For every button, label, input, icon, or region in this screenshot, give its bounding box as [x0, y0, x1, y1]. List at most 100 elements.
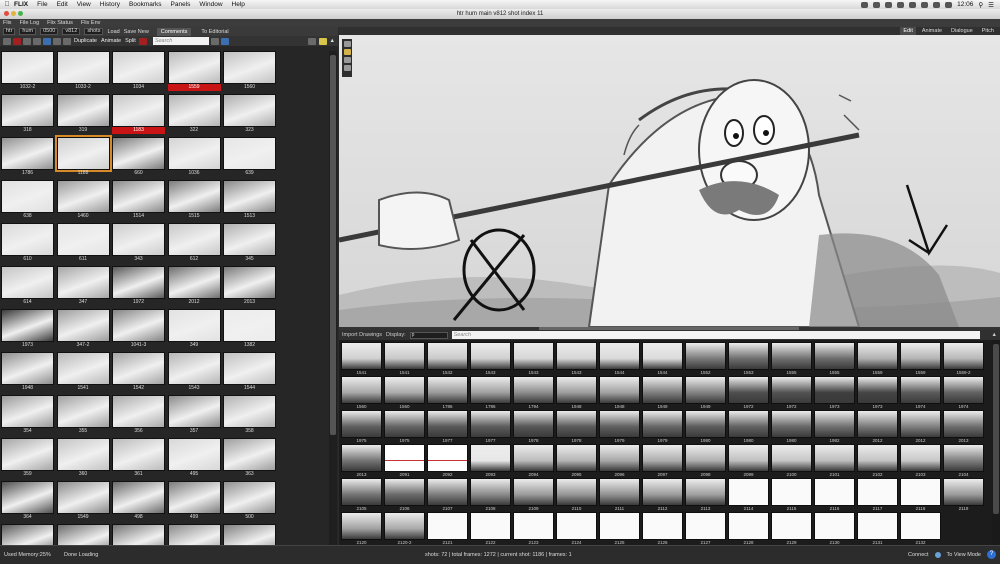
- shot-thumbnail[interactable]: 495: [167, 438, 221, 478]
- frame-thumbnail[interactable]: 2106: [384, 478, 425, 512]
- frame-thumbnail[interactable]: 2013: [943, 410, 984, 444]
- shot-thumbnail[interactable]: 1183: [112, 94, 165, 134]
- frame-thumbnail[interactable]: 1555: [771, 342, 812, 376]
- duplicate-button[interactable]: Duplicate: [73, 38, 98, 44]
- frame-thumbnail[interactable]: 1559: [900, 342, 941, 376]
- load-button[interactable]: Load: [107, 29, 119, 35]
- shot-thumbnail[interactable]: 660: [112, 137, 165, 177]
- shot-thumbnail[interactable]: 318: [1, 94, 54, 134]
- shot-thumbnail[interactable]: 364: [1, 481, 54, 521]
- frame-thumbnail[interactable]: 2128: [728, 512, 769, 546]
- shot-search-input[interactable]: Search: [152, 37, 209, 45]
- shot-thumbnail[interactable]: 359: [1, 438, 54, 478]
- frame-thumbnail[interactable]: 1559-2: [943, 342, 984, 376]
- menu-view[interactable]: View: [77, 1, 91, 8]
- shot-thumbnail[interactable]: 1033-2: [56, 51, 110, 91]
- battery-icon[interactable]: [945, 1, 953, 8]
- shot-thumbnail[interactable]: 323: [223, 94, 276, 134]
- frame-thumbnail[interactable]: 1560: [341, 376, 382, 410]
- shot-thumbnail[interactable]: 357: [167, 395, 221, 435]
- shot-thumbnail[interactable]: 322: [167, 94, 221, 134]
- app-menu-flix-status[interactable]: Flix Status: [47, 20, 73, 26]
- shot-thumbnail[interactable]: 358: [223, 395, 276, 435]
- new-shot-icon[interactable]: [23, 37, 31, 45]
- frame-thumbnail[interactable]: 2092: [427, 444, 468, 478]
- frame-thumbnail[interactable]: 2102: [857, 444, 898, 478]
- app-menu-flix-env[interactable]: Flix Env: [81, 20, 101, 26]
- trash-icon[interactable]: [343, 65, 351, 71]
- shot-thumbnail[interactable]: 354: [1, 395, 54, 435]
- search-icon[interactable]: ⚲: [978, 1, 983, 9]
- frame-thumbnail[interactable]: 2012: [900, 410, 941, 444]
- frame-thumbnail[interactable]: 1949: [685, 376, 726, 410]
- frame-thumbnail[interactable]: 2118: [900, 478, 941, 512]
- settings-icon[interactable]: [210, 37, 219, 45]
- frame-thumbnail[interactable]: 1544: [642, 342, 683, 376]
- frame-thumbnail[interactable]: 1974: [900, 376, 941, 410]
- frame-thumbnail[interactable]: 1978: [513, 410, 554, 444]
- menu-history[interactable]: History: [100, 1, 120, 8]
- frame-thumbnail[interactable]: 1543: [556, 342, 597, 376]
- frame-thumbnail[interactable]: 2120: [341, 512, 382, 546]
- frame-thumbnail[interactable]: 2126: [642, 512, 683, 546]
- shot-thumbnail[interactable]: 1543: [167, 352, 221, 392]
- shot-thumbnail[interactable]: 363: [223, 438, 276, 478]
- shot-thumbnail[interactable]: 611: [56, 223, 110, 263]
- copy-icon[interactable]: [33, 37, 41, 45]
- move-tool-icon[interactable]: [343, 41, 351, 47]
- shot-thumbnail[interactable]: 1542: [112, 352, 165, 392]
- frame-thumbnail[interactable]: 1973: [814, 376, 855, 410]
- shot-thumbnail[interactable]: 1034: [112, 51, 165, 91]
- frame-thumbnail[interactable]: 1972: [771, 376, 812, 410]
- pencil-tool-icon[interactable]: [343, 49, 351, 55]
- frame-thumbnail[interactable]: 1977: [470, 410, 511, 444]
- shot-thumbnail[interactable]: 1972: [112, 266, 165, 306]
- frame-thumbnail[interactable]: 1559: [857, 342, 898, 376]
- tray-icon[interactable]: [909, 1, 917, 8]
- frame-thumbnail[interactable]: 2125: [599, 512, 640, 546]
- shot-thumbnail[interactable]: 1036: [167, 137, 221, 177]
- frame-thumbnail[interactable]: 2105: [341, 478, 382, 512]
- shot-grid-scrollbar[interactable]: [329, 51, 337, 545]
- shot-thumbnail[interactable]: 1948: [1, 352, 54, 392]
- close-icon[interactable]: [4, 11, 9, 16]
- import-icon[interactable]: [43, 37, 51, 45]
- frame-thumbnail[interactable]: 2130: [814, 512, 855, 546]
- frame-thumbnail[interactable]: 1555: [814, 342, 855, 376]
- shot-thumbnail[interactable]: 355: [56, 395, 110, 435]
- tray-icon[interactable]: [885, 1, 893, 8]
- frame-thumbnail[interactable]: 2115: [771, 478, 812, 512]
- shot-thumbnail[interactable]: 1515: [167, 180, 221, 220]
- apple-icon[interactable]: : [0, 1, 14, 8]
- frame-thumbnail[interactable]: 2099: [728, 444, 769, 478]
- frame-thumbnail[interactable]: 1973: [857, 376, 898, 410]
- frame-thumbnail[interactable]: 1948: [599, 376, 640, 410]
- frame-thumbnail[interactable]: 2114: [728, 478, 769, 512]
- frame-thumbnail[interactable]: 2110: [556, 478, 597, 512]
- frame-thumbnail[interactable]: 1553: [728, 342, 769, 376]
- marker-icon[interactable]: [138, 37, 147, 45]
- frame-thumbnail[interactable]: 2121: [427, 512, 468, 546]
- frame-thumbnail[interactable]: 1974: [943, 376, 984, 410]
- scrollbar-thumb[interactable]: [993, 344, 999, 514]
- shot-thumbnail[interactable]: 639: [223, 137, 276, 177]
- shot-thumbnail[interactable]: 1382: [223, 309, 276, 349]
- shot-thumbnail[interactable]: 1973: [1, 309, 54, 349]
- shot-thumbnail[interactable]: 498: [112, 481, 165, 521]
- frame-thumbnail[interactable]: 2093: [470, 444, 511, 478]
- frame-thumbnail[interactable]: 1978: [556, 410, 597, 444]
- frame-thumbnail[interactable]: 1980: [685, 410, 726, 444]
- menu-help[interactable]: Help: [232, 1, 245, 8]
- menu-app[interactable]: FLIX: [14, 1, 28, 8]
- frame-thumbnail[interactable]: 2100: [771, 444, 812, 478]
- note-icon[interactable]: [318, 37, 327, 45]
- shot-thumbnail[interactable]: 2013: [223, 266, 276, 306]
- clock[interactable]: 12:06: [957, 1, 973, 8]
- tab-pitch[interactable]: Pitch: [979, 27, 997, 35]
- frame-thumbnail[interactable]: 2122: [470, 512, 511, 546]
- frame-thumbnail[interactable]: 2013: [341, 444, 382, 478]
- export-icon[interactable]: [53, 37, 61, 45]
- wifi-icon[interactable]: [933, 1, 941, 8]
- menu-bookmarks[interactable]: Bookmarks: [129, 1, 162, 8]
- display-select[interactable]: p: [409, 331, 448, 339]
